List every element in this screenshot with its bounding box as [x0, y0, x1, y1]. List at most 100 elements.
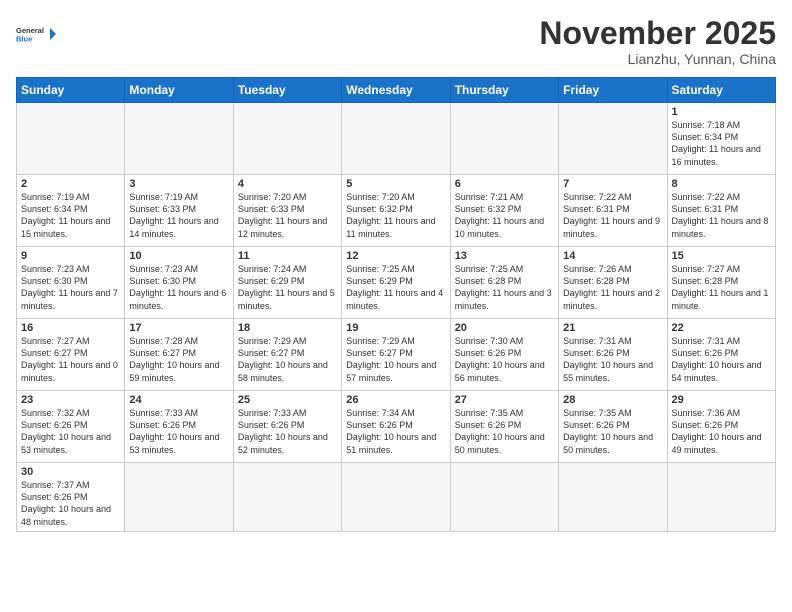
day-info: Sunrise: 7:35 AMSunset: 6:26 PMDaylight:… [455, 407, 554, 456]
header-monday: Monday [125, 78, 233, 103]
day-number: 20 [455, 322, 554, 334]
day-info: Sunrise: 7:24 AMSunset: 6:29 PMDaylight:… [238, 263, 337, 312]
day-info: Sunrise: 7:28 AMSunset: 6:27 PMDaylight:… [129, 335, 228, 384]
day-info: Sunrise: 7:29 AMSunset: 6:27 PMDaylight:… [346, 335, 445, 384]
day-number: 25 [238, 394, 337, 406]
table-row [667, 463, 775, 532]
day-info: Sunrise: 7:20 AMSunset: 6:32 PMDaylight:… [346, 191, 445, 240]
day-info: Sunrise: 7:31 AMSunset: 6:26 PMDaylight:… [672, 335, 771, 384]
day-number: 13 [455, 250, 554, 262]
svg-text:Blue: Blue [16, 35, 32, 44]
day-number: 4 [238, 178, 337, 190]
day-info: Sunrise: 7:36 AMSunset: 6:26 PMDaylight:… [672, 407, 771, 456]
table-row: 9Sunrise: 7:23 AMSunset: 6:30 PMDaylight… [17, 247, 125, 319]
day-info: Sunrise: 7:33 AMSunset: 6:26 PMDaylight:… [129, 407, 228, 456]
table-row [125, 463, 233, 532]
day-number: 14 [563, 250, 662, 262]
header-friday: Friday [559, 78, 667, 103]
table-row: 5Sunrise: 7:20 AMSunset: 6:32 PMDaylight… [342, 175, 450, 247]
day-info: Sunrise: 7:22 AMSunset: 6:31 PMDaylight:… [672, 191, 771, 240]
day-number: 29 [672, 394, 771, 406]
day-info: Sunrise: 7:25 AMSunset: 6:29 PMDaylight:… [346, 263, 445, 312]
day-number: 23 [21, 394, 120, 406]
table-row [450, 463, 558, 532]
header-wednesday: Wednesday [342, 78, 450, 103]
table-row: 3Sunrise: 7:19 AMSunset: 6:33 PMDaylight… [125, 175, 233, 247]
day-number: 27 [455, 394, 554, 406]
day-info: Sunrise: 7:35 AMSunset: 6:26 PMDaylight:… [563, 407, 662, 456]
day-info: Sunrise: 7:23 AMSunset: 6:30 PMDaylight:… [129, 263, 228, 312]
table-row: 25Sunrise: 7:33 AMSunset: 6:26 PMDayligh… [233, 391, 341, 463]
location-subtitle: Lianzhu, Yunnan, China [539, 51, 776, 67]
table-row: 29Sunrise: 7:36 AMSunset: 6:26 PMDayligh… [667, 391, 775, 463]
title-block: November 2025 Lianzhu, Yunnan, China [539, 16, 776, 67]
table-row [450, 103, 558, 175]
table-row: 14Sunrise: 7:26 AMSunset: 6:28 PMDayligh… [559, 247, 667, 319]
table-row: 24Sunrise: 7:33 AMSunset: 6:26 PMDayligh… [125, 391, 233, 463]
table-row [342, 103, 450, 175]
table-row: 16Sunrise: 7:27 AMSunset: 6:27 PMDayligh… [17, 319, 125, 391]
table-row: 4Sunrise: 7:20 AMSunset: 6:33 PMDaylight… [233, 175, 341, 247]
day-number: 2 [21, 178, 120, 190]
table-row: 18Sunrise: 7:29 AMSunset: 6:27 PMDayligh… [233, 319, 341, 391]
table-row: 11Sunrise: 7:24 AMSunset: 6:29 PMDayligh… [233, 247, 341, 319]
day-number: 1 [672, 106, 771, 118]
table-row: 30Sunrise: 7:37 AMSunset: 6:26 PMDayligh… [17, 463, 125, 532]
month-title: November 2025 [539, 16, 776, 51]
table-row [17, 103, 125, 175]
day-number: 15 [672, 250, 771, 262]
day-info: Sunrise: 7:37 AMSunset: 6:26 PMDaylight:… [21, 479, 120, 528]
day-number: 12 [346, 250, 445, 262]
table-row: 28Sunrise: 7:35 AMSunset: 6:26 PMDayligh… [559, 391, 667, 463]
day-info: Sunrise: 7:23 AMSunset: 6:30 PMDaylight:… [21, 263, 120, 312]
table-row: 13Sunrise: 7:25 AMSunset: 6:28 PMDayligh… [450, 247, 558, 319]
table-row: 27Sunrise: 7:35 AMSunset: 6:26 PMDayligh… [450, 391, 558, 463]
table-row [342, 463, 450, 532]
table-row [233, 463, 341, 532]
table-row: 19Sunrise: 7:29 AMSunset: 6:27 PMDayligh… [342, 319, 450, 391]
table-row: 8Sunrise: 7:22 AMSunset: 6:31 PMDaylight… [667, 175, 775, 247]
header-sunday: Sunday [17, 78, 125, 103]
day-info: Sunrise: 7:18 AMSunset: 6:34 PMDaylight:… [672, 119, 771, 168]
svg-text:General: General [16, 26, 44, 35]
day-number: 8 [672, 178, 771, 190]
table-row [125, 103, 233, 175]
day-info: Sunrise: 7:26 AMSunset: 6:28 PMDaylight:… [563, 263, 662, 312]
table-row [559, 103, 667, 175]
table-row: 1Sunrise: 7:18 AMSunset: 6:34 PMDaylight… [667, 103, 775, 175]
header-thursday: Thursday [450, 78, 558, 103]
table-row: 15Sunrise: 7:27 AMSunset: 6:28 PMDayligh… [667, 247, 775, 319]
day-info: Sunrise: 7:20 AMSunset: 6:33 PMDaylight:… [238, 191, 337, 240]
table-row: 21Sunrise: 7:31 AMSunset: 6:26 PMDayligh… [559, 319, 667, 391]
logo: General Blue [16, 16, 56, 52]
calendar-table: Sunday Monday Tuesday Wednesday Thursday… [16, 77, 776, 532]
day-number: 6 [455, 178, 554, 190]
table-row: 20Sunrise: 7:30 AMSunset: 6:26 PMDayligh… [450, 319, 558, 391]
day-number: 9 [21, 250, 120, 262]
header: General Blue November 2025 Lianzhu, Yunn… [16, 16, 776, 67]
calendar-page: General Blue November 2025 Lianzhu, Yunn… [0, 0, 792, 612]
table-row: 17Sunrise: 7:28 AMSunset: 6:27 PMDayligh… [125, 319, 233, 391]
table-row [233, 103, 341, 175]
day-number: 18 [238, 322, 337, 334]
day-info: Sunrise: 7:33 AMSunset: 6:26 PMDaylight:… [238, 407, 337, 456]
day-info: Sunrise: 7:19 AMSunset: 6:33 PMDaylight:… [129, 191, 228, 240]
day-info: Sunrise: 7:34 AMSunset: 6:26 PMDaylight:… [346, 407, 445, 456]
day-number: 5 [346, 178, 445, 190]
day-info: Sunrise: 7:31 AMSunset: 6:26 PMDaylight:… [563, 335, 662, 384]
day-number: 7 [563, 178, 662, 190]
day-number: 3 [129, 178, 228, 190]
day-number: 10 [129, 250, 228, 262]
table-row [559, 463, 667, 532]
header-saturday: Saturday [667, 78, 775, 103]
day-number: 22 [672, 322, 771, 334]
day-number: 30 [21, 466, 120, 478]
day-number: 17 [129, 322, 228, 334]
day-number: 24 [129, 394, 228, 406]
day-info: Sunrise: 7:22 AMSunset: 6:31 PMDaylight:… [563, 191, 662, 240]
table-row: 10Sunrise: 7:23 AMSunset: 6:30 PMDayligh… [125, 247, 233, 319]
table-row: 23Sunrise: 7:32 AMSunset: 6:26 PMDayligh… [17, 391, 125, 463]
table-row: 26Sunrise: 7:34 AMSunset: 6:26 PMDayligh… [342, 391, 450, 463]
day-number: 11 [238, 250, 337, 262]
day-info: Sunrise: 7:21 AMSunset: 6:32 PMDaylight:… [455, 191, 554, 240]
